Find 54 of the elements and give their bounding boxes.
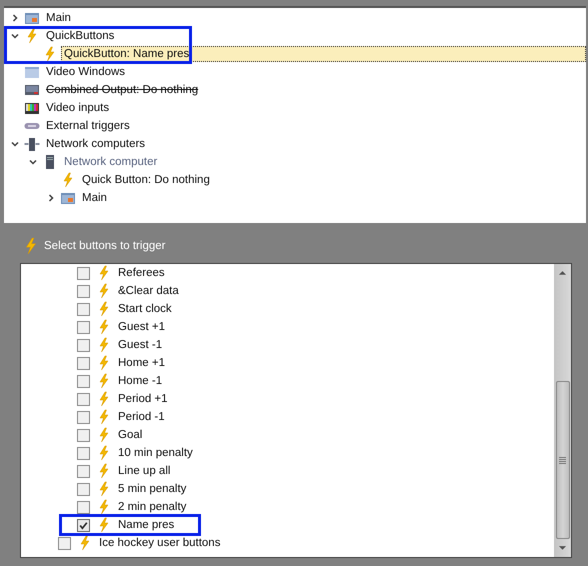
button-label: Start clock — [118, 303, 172, 315]
window-icon — [24, 64, 40, 80]
scroll-up-icon[interactable] — [558, 270, 567, 276]
checkbox[interactable] — [77, 374, 90, 388]
tree-item[interactable]: QuickButtons — [43, 28, 118, 44]
tree-item[interactable]: Quick Button: Do nothing — [79, 172, 213, 188]
checkbox[interactable] — [77, 266, 90, 280]
checkbox[interactable] — [77, 338, 90, 352]
network-icon — [24, 136, 40, 152]
window-icon — [24, 10, 40, 26]
tree-item[interactable]: Main — [43, 10, 74, 26]
window-icon — [60, 190, 76, 206]
button-label: Guest -1 — [118, 339, 162, 351]
checkbox[interactable] — [77, 320, 90, 334]
scrollbar[interactable] — [554, 264, 571, 557]
button-label: Period +1 — [118, 393, 168, 405]
button-label: Ice hockey user buttons — [99, 537, 220, 549]
tree-item[interactable]: Network computers — [43, 136, 148, 152]
button-label: 5 min penalty — [118, 483, 186, 495]
button-label: Line up all — [118, 465, 170, 477]
tree-item[interactable]: Video Windows — [43, 64, 128, 80]
tree-item[interactable]: QuickButton: Name pres — [61, 46, 586, 62]
section-title: Select buttons to trigger — [44, 240, 166, 252]
button-label: Home +1 — [118, 357, 165, 369]
checkbox[interactable] — [77, 410, 90, 424]
tree-item[interactable]: Video inputs — [43, 100, 112, 116]
tree-item[interactable]: External triggers — [43, 118, 133, 134]
checkbox[interactable] — [77, 464, 90, 478]
checkbox[interactable] — [77, 284, 90, 298]
tree-item[interactable]: Combined Output: Do nothing — [43, 82, 202, 98]
color-bars-icon — [24, 100, 40, 116]
checkbox[interactable] — [77, 446, 90, 460]
checkbox[interactable] — [58, 536, 71, 550]
button-label: Goal — [118, 429, 142, 441]
monitor-icon — [24, 82, 40, 98]
button-label: Period -1 — [118, 411, 165, 423]
checkbox[interactable] — [77, 482, 90, 496]
button-label: Name pres — [118, 519, 174, 531]
button-label: Home -1 — [118, 375, 162, 387]
button-label: &Clear data — [118, 285, 179, 297]
tree-item[interactable]: Main — [79, 190, 110, 206]
checkbox[interactable] — [77, 356, 90, 370]
checkbox[interactable] — [77, 392, 90, 406]
checkbox[interactable] — [77, 428, 90, 442]
checkbox[interactable] — [77, 518, 90, 532]
checkbox[interactable] — [77, 500, 90, 514]
checkbox[interactable] — [77, 302, 90, 316]
scroll-down-icon[interactable] — [558, 545, 567, 551]
tree-item[interactable]: Network computer — [61, 154, 160, 170]
scrollbar-thumb[interactable] — [556, 380, 570, 540]
button-label: 10 min penalty — [118, 447, 193, 459]
button-label: Referees — [118, 267, 165, 279]
button-label: Guest +1 — [118, 321, 165, 333]
button-label: 2 min penalty — [118, 501, 186, 513]
